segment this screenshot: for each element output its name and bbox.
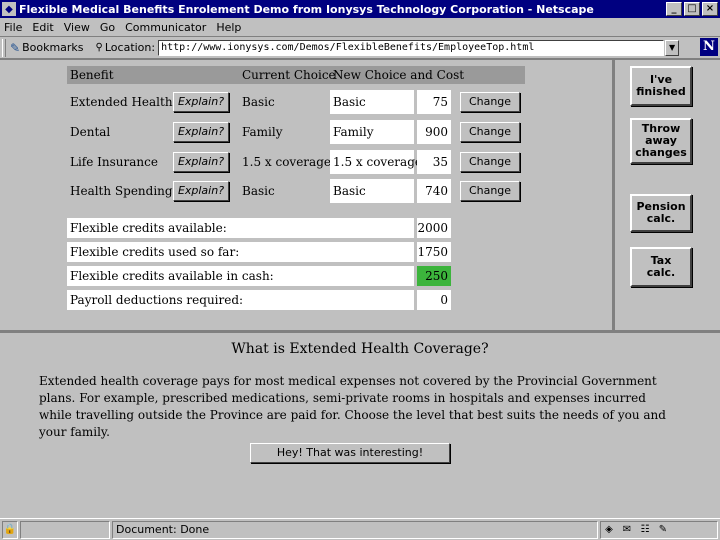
status-text: Document: Done — [112, 520, 598, 539]
cost-value: 75 — [417, 90, 451, 114]
mail-icon[interactable]: ✉ — [621, 522, 633, 538]
url-dropdown-icon[interactable]: ▼ — [665, 39, 680, 56]
bookmarks-button[interactable]: Bookmarks — [22, 41, 83, 54]
explain-button[interactable]: Explain? — [173, 181, 229, 201]
credits-available-label: Flexible credits available: — [67, 218, 414, 238]
maximize-button[interactable]: □ — [684, 2, 700, 16]
menu-file[interactable]: File — [4, 21, 22, 34]
header-new-choice: New Choice and Cost — [333, 68, 465, 82]
credits-available-value: 2000 — [417, 218, 451, 238]
location-toolbar: ✎ Bookmarks ⚲ Location: http://www.ionys… — [0, 36, 720, 58]
menu-view[interactable]: View — [64, 21, 90, 34]
menu-go[interactable]: Go — [100, 21, 115, 34]
current-choice: 1.5 x coverage — [242, 155, 331, 169]
minimize-button[interactable]: _ — [666, 2, 682, 16]
close-button[interactable]: × — [702, 2, 718, 16]
credits-cash-label: Flexible credits available in cash: — [67, 266, 414, 286]
benefit-name: Extended Health — [70, 95, 173, 109]
status-bar: 🔒 Document: Done ◈ ✉ ☷ ✎ — [0, 518, 720, 540]
new-choice: Basic — [330, 179, 414, 203]
header-benefit: Benefit — [70, 68, 114, 82]
benefit-name: Health Spending — [70, 184, 173, 198]
location-label: Location: — [104, 41, 156, 54]
benefits-frame: Benefit Current Choice New Choice and Co… — [0, 58, 612, 330]
change-button[interactable]: Change — [460, 122, 520, 142]
explain-button[interactable]: Explain? — [173, 152, 229, 172]
navigator-icon[interactable]: ◈ — [603, 522, 615, 538]
throw-away-changes-button[interactable]: Throw away changes — [630, 118, 692, 164]
benefit-name: Dental — [70, 125, 111, 139]
payroll-deductions-value: 0 — [417, 290, 451, 310]
menu-bar: File Edit View Go Communicator Help — [0, 18, 720, 36]
new-choice: 1.5 x coverage — [330, 150, 422, 174]
finished-button[interactable]: I've finished — [630, 66, 692, 106]
interesting-button[interactable]: Hey! That was interesting! — [250, 443, 450, 463]
credits-used-value: 1750 — [417, 242, 451, 262]
info-heading: What is Extended Health Coverage? — [231, 341, 489, 357]
cost-value: 740 — [417, 179, 451, 203]
credits-used-label: Flexible credits used so far: — [67, 242, 414, 262]
cost-value: 900 — [417, 120, 451, 144]
location-icon: ⚲ — [95, 42, 103, 53]
info-frame: What is Extended Health Coverage? Extend… — [0, 330, 720, 518]
menu-edit[interactable]: Edit — [32, 21, 53, 34]
menu-help[interactable]: Help — [216, 21, 241, 34]
explain-button[interactable]: Explain? — [173, 92, 229, 112]
cost-value: 35 — [417, 150, 451, 174]
security-lock-icon[interactable]: 🔒 — [2, 520, 18, 539]
title-bar: ◆ Flexible Medical Benefits Enrolement D… — [0, 0, 720, 18]
header-current-choice: Current Choice — [242, 68, 336, 82]
component-bar: ◈ ✉ ☷ ✎ — [600, 520, 718, 539]
change-button[interactable]: Change — [460, 92, 520, 112]
explain-button[interactable]: Explain? — [173, 122, 229, 142]
current-choice: Basic — [242, 184, 275, 198]
current-choice: Basic — [242, 95, 275, 109]
window-title: Flexible Medical Benefits Enrolement Dem… — [19, 2, 594, 16]
netscape-logo: N — [700, 38, 718, 56]
netscape-app-icon[interactable]: ◆ — [2, 2, 16, 16]
newsgroups-icon[interactable]: ☷ — [639, 522, 651, 538]
bookmarks-icon[interactable]: ✎ — [10, 41, 20, 55]
actions-frame: I've finished Throw away changes Pension… — [612, 58, 720, 330]
pension-calc-button[interactable]: Pension calc. — [630, 194, 692, 232]
benefit-name: Life Insurance — [70, 155, 158, 169]
tax-calc-button[interactable]: Tax calc. — [630, 247, 692, 287]
change-button[interactable]: Change — [460, 181, 520, 201]
info-body: Extended health coverage pays for most m… — [39, 374, 666, 439]
new-choice: Family — [330, 120, 414, 144]
menu-communicator[interactable]: Communicator — [125, 21, 206, 34]
credits-cash-value: 250 — [417, 266, 451, 286]
composer-icon[interactable]: ✎ — [657, 522, 669, 538]
payroll-deductions-label: Payroll deductions required: — [67, 290, 414, 310]
toolbar-grip[interactable] — [2, 38, 6, 57]
current-choice: Family — [242, 125, 283, 139]
new-choice: Basic — [330, 90, 414, 114]
change-button[interactable]: Change — [460, 152, 520, 172]
url-input[interactable]: http://www.ionysys.com/Demos/FlexibleBen… — [158, 39, 665, 56]
progress-area — [20, 520, 110, 539]
